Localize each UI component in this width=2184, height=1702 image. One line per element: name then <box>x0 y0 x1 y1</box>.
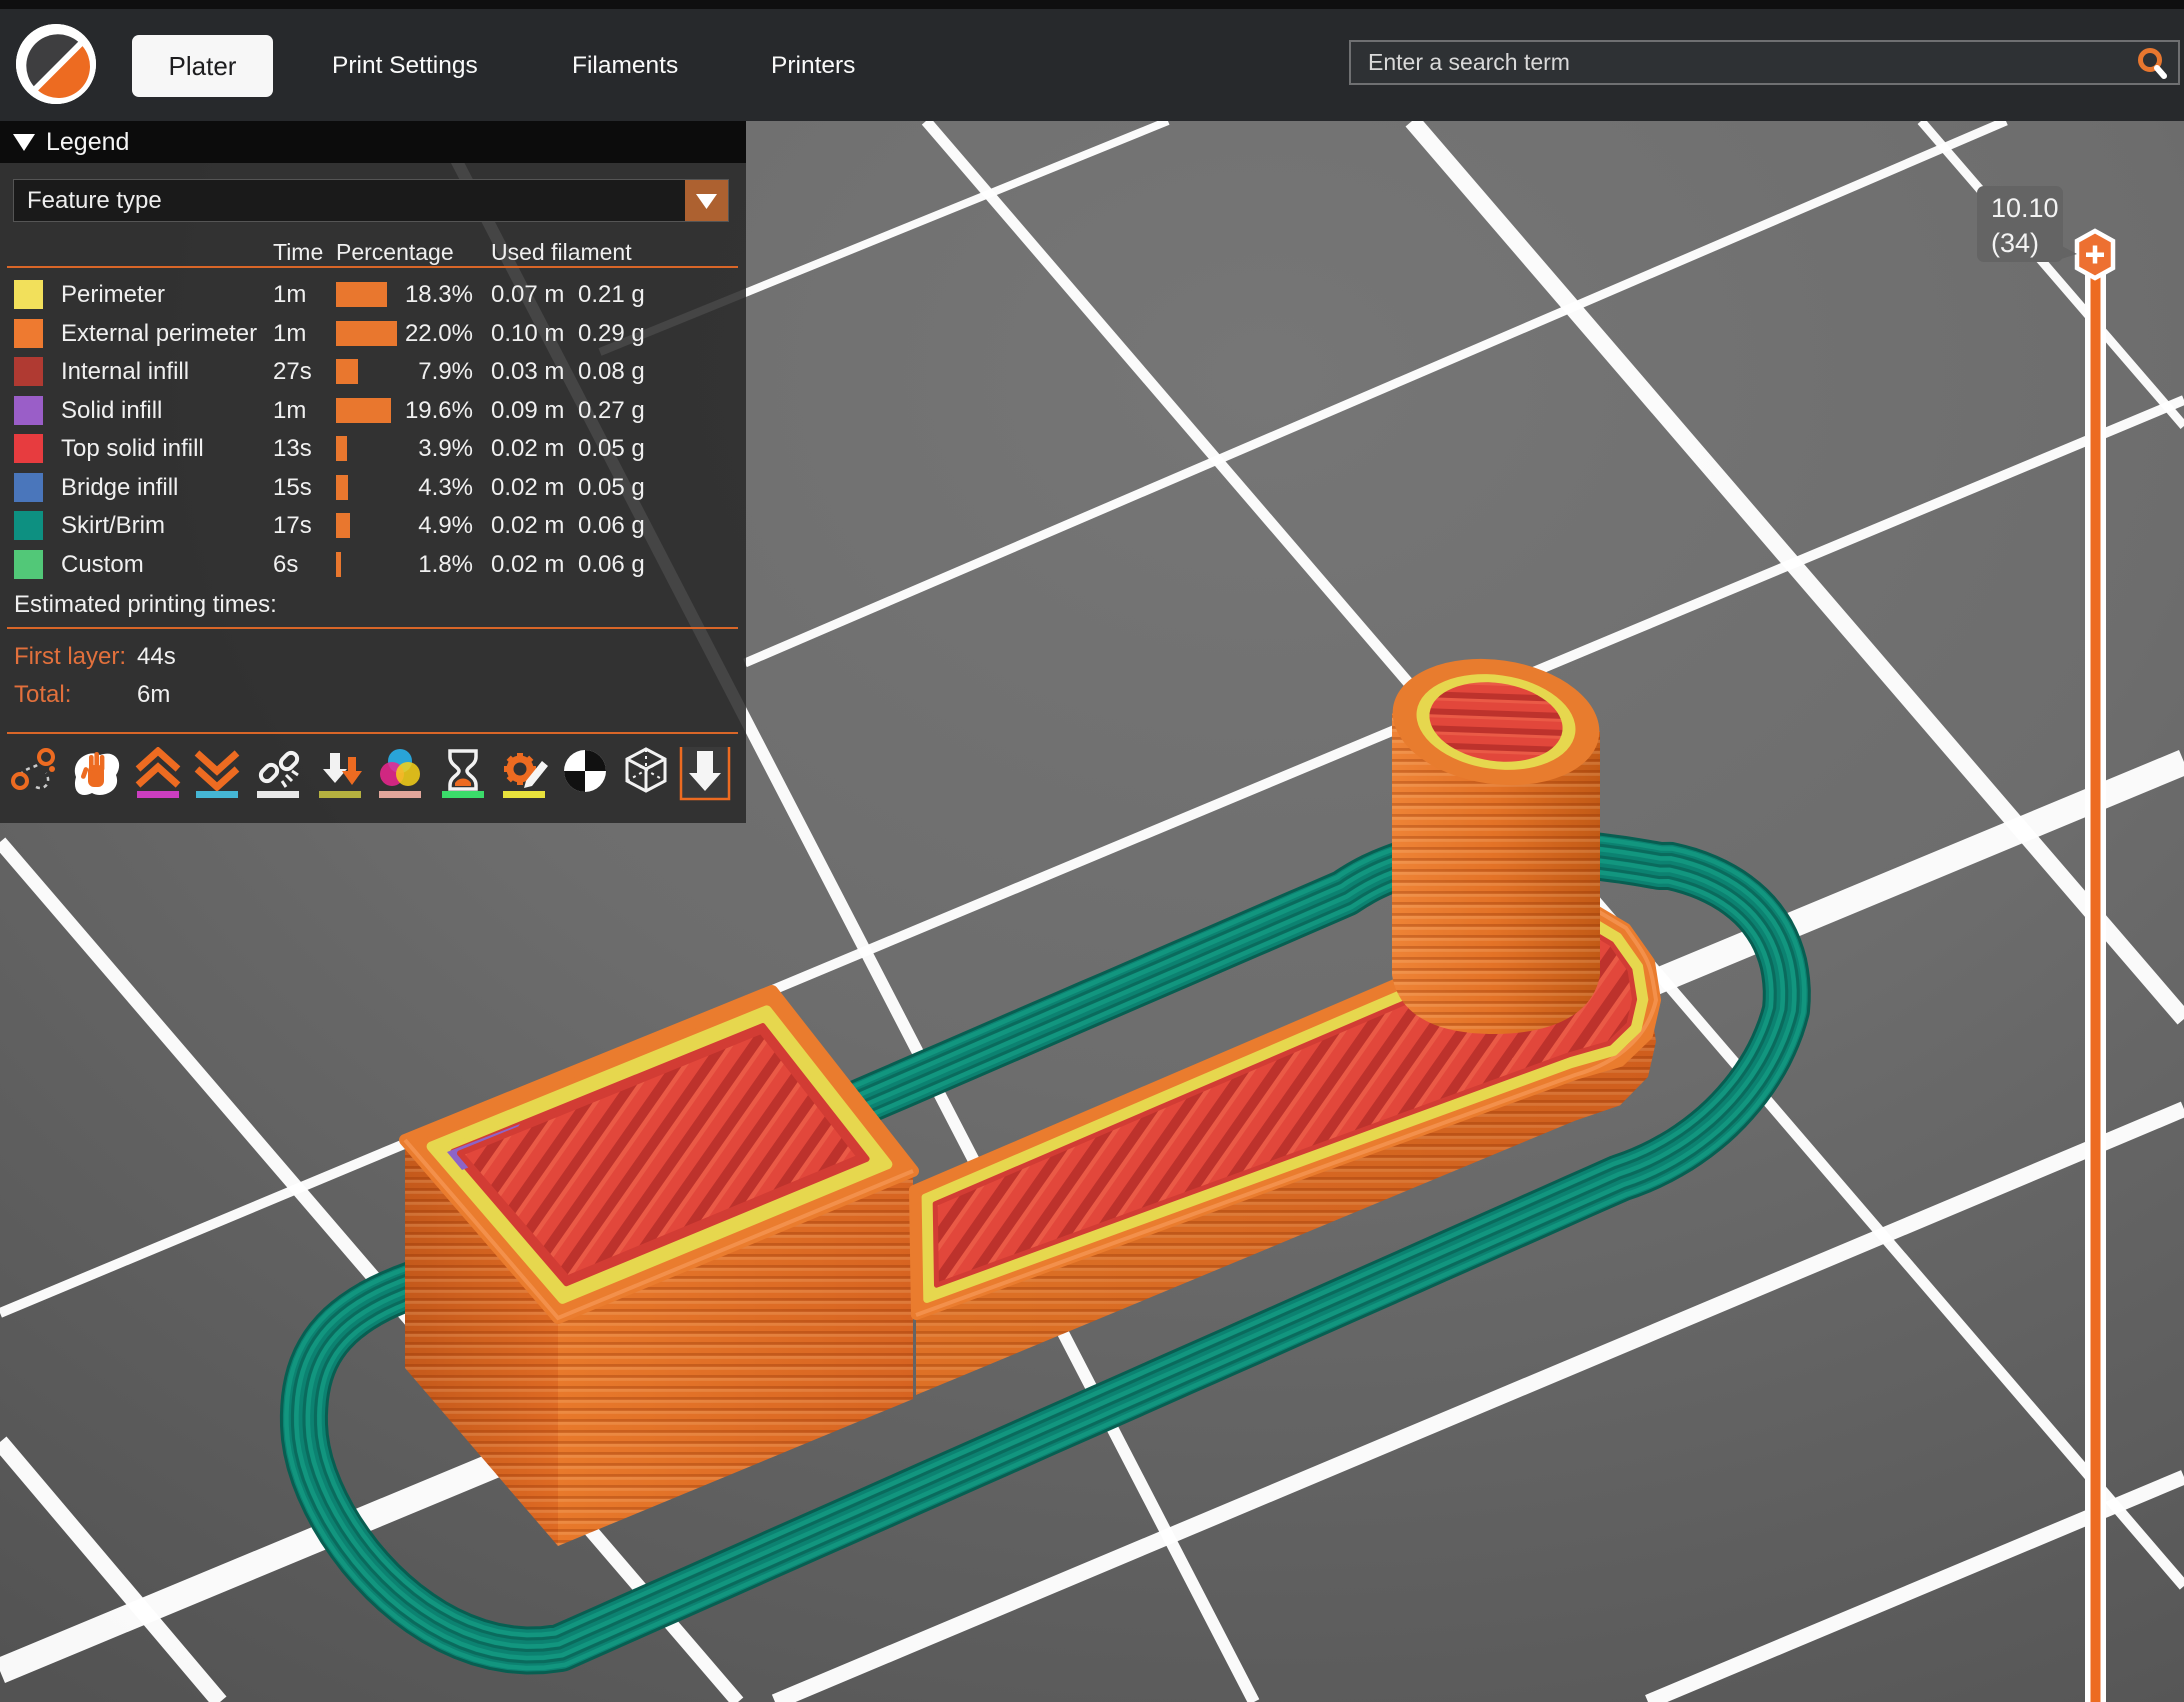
svg-text:10.10: 10.10 <box>1991 193 2059 223</box>
svg-text:(34): (34) <box>1991 228 2039 258</box>
